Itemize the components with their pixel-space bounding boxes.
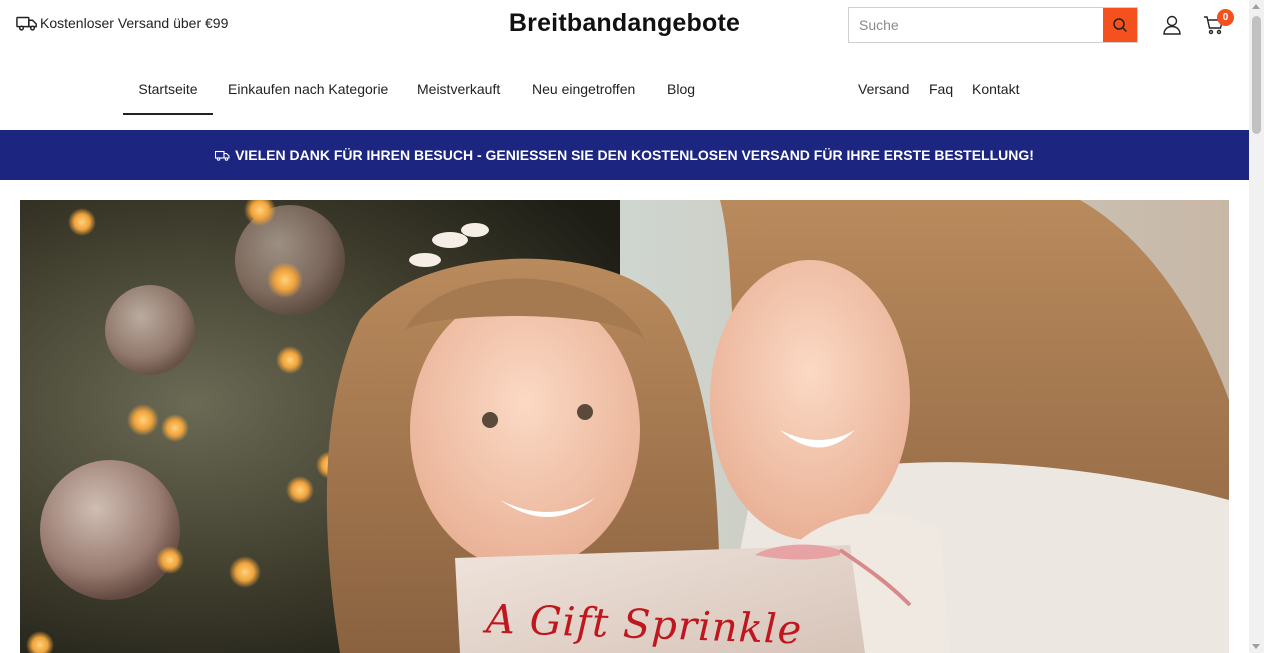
top-bar: Kostenloser Versand über €99 Breitbandan… [0, 0, 1249, 50]
nav-item-startseite[interactable]: Startseite [123, 64, 213, 115]
search-icon [1113, 18, 1128, 33]
nav-item-blog[interactable]: Blog [667, 64, 695, 115]
shipping-note: Kostenloser Versand über €99 [16, 14, 228, 32]
scroll-thumb[interactable] [1252, 16, 1261, 134]
main-nav: Startseite Einkaufen nach Kategorie Meis… [0, 64, 1249, 115]
account-button[interactable] [1161, 14, 1183, 36]
nav-item-neu-eingetroffen[interactable]: Neu eingetroffen [532, 64, 635, 115]
shipping-note-text: Kostenloser Versand über €99 [40, 15, 229, 31]
nav-item-faq[interactable]: Faq [929, 64, 953, 115]
scroll-down-icon[interactable] [1252, 644, 1260, 649]
nav-item-meistverkauft[interactable]: Meistverkauft [417, 64, 500, 115]
truck-icon [215, 150, 230, 161]
nav-item-kontakt[interactable]: Kontakt [972, 64, 1019, 115]
search-button[interactable] [1103, 8, 1137, 42]
site-logo[interactable]: Breitbandangebote [509, 9, 740, 37]
search-bar [848, 7, 1138, 43]
user-icon [1163, 15, 1181, 35]
page-scrollbar[interactable] [1249, 0, 1264, 653]
announcement-bar: VIELEN DANK FÜR IHREN BESUCH - GENIESSEN… [0, 130, 1249, 180]
nav-item-versand[interactable]: Versand [858, 64, 909, 115]
scroll-up-icon[interactable] [1252, 4, 1260, 9]
hero-banner[interactable]: A Gift Sprinkle [20, 200, 1229, 653]
search-input[interactable] [849, 8, 1103, 42]
announcement-text: VIELEN DANK FÜR IHREN BESUCH - GENIESSEN… [235, 147, 1034, 163]
truck-icon [16, 16, 37, 31]
hero-image [20, 200, 1229, 653]
nav-item-einkaufen-nach-kategorie[interactable]: Einkaufen nach Kategorie [228, 64, 388, 115]
cart-count-badge: 0 [1217, 9, 1234, 26]
